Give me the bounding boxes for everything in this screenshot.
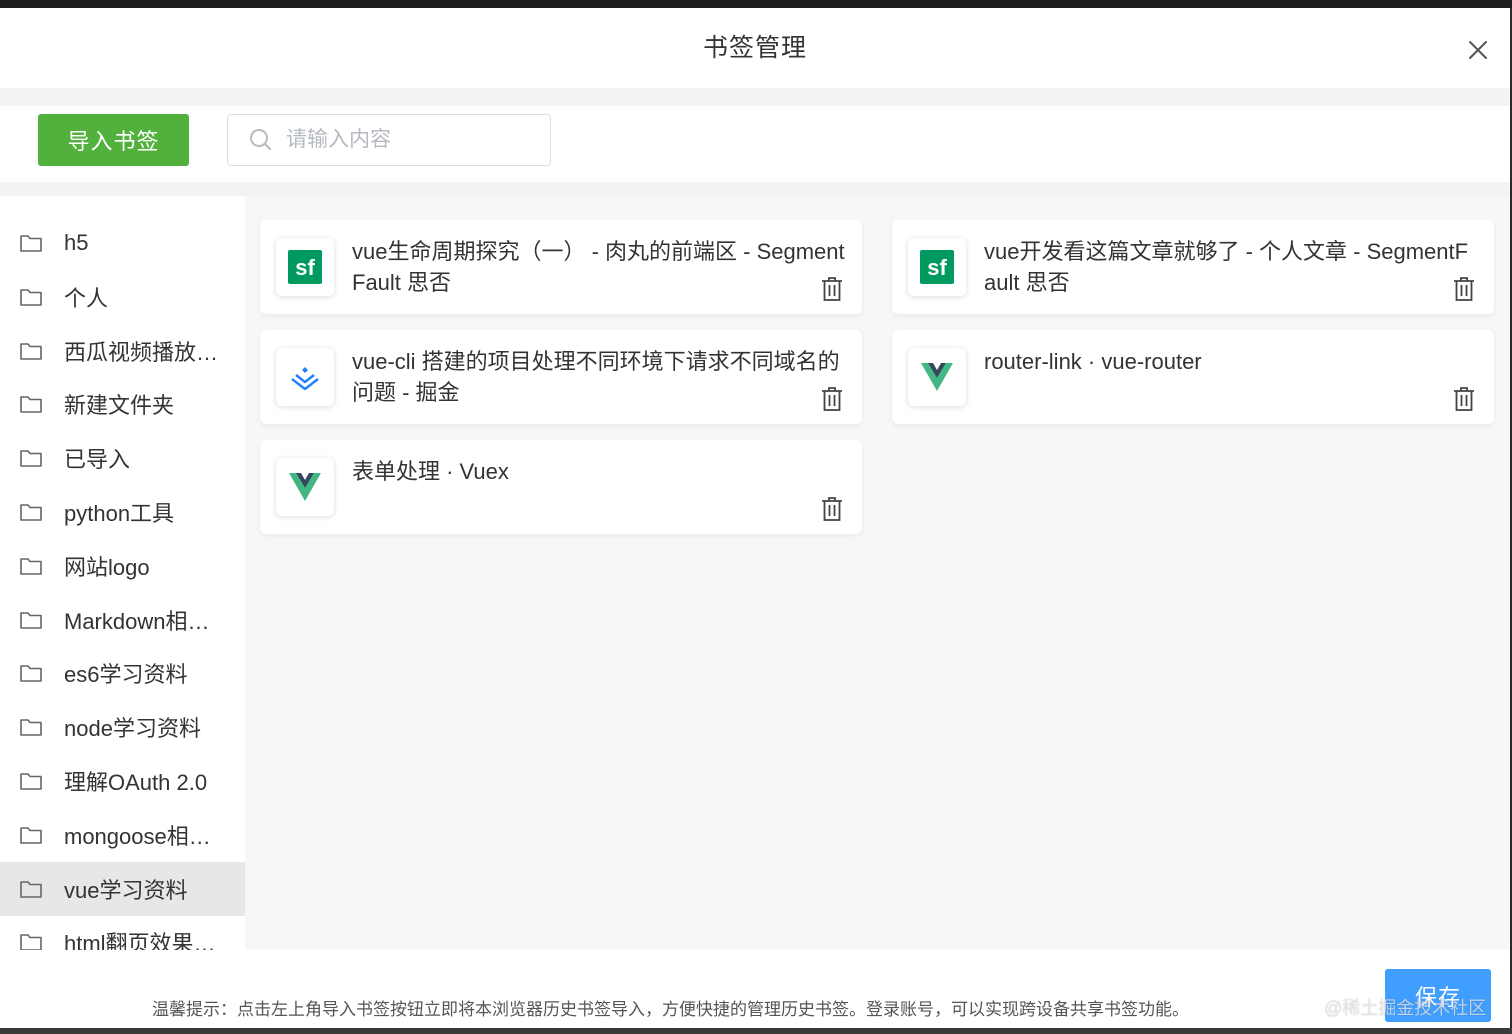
juejin-logo-icon [276, 348, 334, 406]
window-top-bar [0, 0, 1512, 8]
folder-icon [19, 341, 43, 361]
trash-icon[interactable] [1452, 276, 1476, 302]
header-divider [0, 88, 1510, 106]
sidebar-folder-item[interactable]: 个人 [0, 270, 245, 324]
folder-icon [19, 663, 43, 683]
sidebar-folder-item[interactable]: es6学习资料 [0, 646, 245, 700]
sidebar-folder-label: Markdown相… [64, 608, 210, 634]
dialog-title: 书签管理 [702, 34, 807, 62]
sidebar-folder-item[interactable]: 西瓜视频播放… [0, 324, 245, 378]
bookmark-title[interactable]: vue-cli 搭建的项目处理不同环境下请求不同域名的问题 - 掘金 [352, 346, 846, 408]
close-icon[interactable] [1466, 38, 1490, 62]
search-icon [250, 129, 271, 150]
bookmark-card[interactable]: sf vue开发看这篇文章就够了 - 个人文章 - SegmentFault 思否 [892, 220, 1494, 314]
vue-logo-icon [908, 348, 966, 406]
sidebar-folder-label: 已导入 [64, 447, 131, 473]
folder-icon [19, 932, 43, 950]
folder-icon [19, 394, 43, 414]
sidebar-folder-label: python工具 [64, 501, 175, 526]
sidebar-folder-label: 网站logo [64, 554, 150, 580]
bookmark-card[interactable]: router-link · vue-router [892, 330, 1494, 424]
sidebar-folder-item[interactable]: 网站logo [0, 539, 245, 593]
sidebar-folder-label: html翻页效果… [64, 931, 216, 950]
sidebar-folder-item[interactable]: mongoose相… [0, 808, 245, 862]
bookmark-card[interactable]: 表单处理 · Vuex [260, 440, 862, 534]
segmentfault-logo-icon: sf [276, 238, 334, 296]
trash-icon[interactable] [820, 276, 844, 302]
trash-icon[interactable] [820, 386, 844, 412]
dialog-footer: 温馨提示：点击左上角导入书签按钮立即将本浏览器历史书签导入，方便快捷的管理历史书… [0, 950, 1510, 1028]
window-bottom-bar [0, 1028, 1512, 1034]
folder-icon [19, 448, 43, 468]
import-bookmarks-button[interactable]: 导入书签 [38, 114, 189, 166]
trash-icon[interactable] [1452, 386, 1476, 412]
sidebar-folder-item[interactable]: vue学习资料 [0, 861, 245, 916]
dialog-header: 书签管理 [0, 8, 1510, 88]
svg-text:sf: sf [295, 255, 315, 280]
vue-logo-icon [276, 458, 334, 516]
sidebar-folder-label: mongoose相… [64, 823, 211, 849]
sidebar-folder-label: vue学习资料 [64, 877, 188, 903]
sidebar-folder-item[interactable]: 理解OAuth 2.0 [0, 754, 245, 808]
svg-text:sf: sf [927, 255, 947, 280]
folder-icon [19, 717, 43, 737]
bookmark-title[interactable]: vue开发看这篇文章就够了 - 个人文章 - SegmentFault 思否 [984, 236, 1478, 298]
sidebar-folder-label: 西瓜视频播放… [64, 339, 219, 365]
sidebar-folder-label: es6学习资料 [64, 662, 188, 688]
folder-icon [19, 556, 43, 576]
folder-icon [19, 879, 43, 899]
footer-tip: 温馨提示：点击左上角导入书签按钮立即将本浏览器历史书签导入，方便快捷的管理历史书… [152, 1000, 1189, 1019]
search-box[interactable] [227, 114, 551, 166]
toolbar: 导入书签 [0, 106, 1510, 182]
folder-icon [19, 610, 43, 630]
bookmark-card[interactable]: vue-cli 搭建的项目处理不同环境下请求不同域名的问题 - 掘金 [260, 330, 862, 424]
sidebar-folder-label: node学习资料 [64, 716, 201, 742]
watermark: @稀土掘金技术社区 [1324, 998, 1487, 1018]
sidebar-folder-item[interactable]: python工具 [0, 485, 245, 539]
sidebar-folder-label: h5 [64, 230, 89, 255]
sidebar-folder-item[interactable]: Markdown相… [0, 593, 245, 647]
sidebar-folder-item[interactable]: 已导入 [0, 431, 245, 485]
toolbar-divider [0, 182, 1510, 196]
search-input[interactable] [286, 128, 526, 152]
folder-icon [19, 502, 43, 522]
sidebar-folder-label: 理解OAuth 2.0 [64, 770, 208, 795]
trash-icon[interactable] [820, 496, 844, 522]
bookmark-title[interactable]: vue生命周期探究（一） - 肉丸的前端区 - SegmentFault 思否 [352, 236, 846, 298]
sidebar-folder-item[interactable]: html翻页效果… [0, 915, 245, 950]
bookmark-title[interactable]: 表单处理 · Vuex [352, 456, 846, 487]
folder-sidebar: h5 个人西瓜视频播放… 新建文件夹已导入 python工具 网站logo Markdow… [0, 196, 245, 950]
folder-icon [19, 233, 43, 253]
bookmark-grid: sf vue生命周期探究（一） - 肉丸的前端区 - SegmentFault 思… [245, 196, 1510, 950]
sidebar-folder-label: 个人 [64, 285, 109, 311]
sidebar-folder-item[interactable]: 新建文件夹 [0, 377, 245, 431]
sidebar-folder-item[interactable]: node学习资料 [0, 700, 245, 754]
bookmark-title[interactable]: router-link · vue-router [984, 346, 1478, 377]
bookmark-manager-dialog: 书签管理 导入书签 h5 个人西瓜视频播放… 新建文件夹已导入 python工具网站l… [0, 8, 1510, 1028]
folder-icon [19, 771, 43, 791]
folder-icon [19, 825, 43, 845]
sidebar-folder-label: 新建文件夹 [64, 393, 175, 419]
segmentfault-logo-icon: sf [908, 238, 966, 296]
sidebar-folder-item[interactable]: h5 [0, 216, 245, 270]
folder-icon [19, 287, 43, 307]
bookmark-card[interactable]: sf vue生命周期探究（一） - 肉丸的前端区 - SegmentFault 思… [260, 220, 862, 314]
